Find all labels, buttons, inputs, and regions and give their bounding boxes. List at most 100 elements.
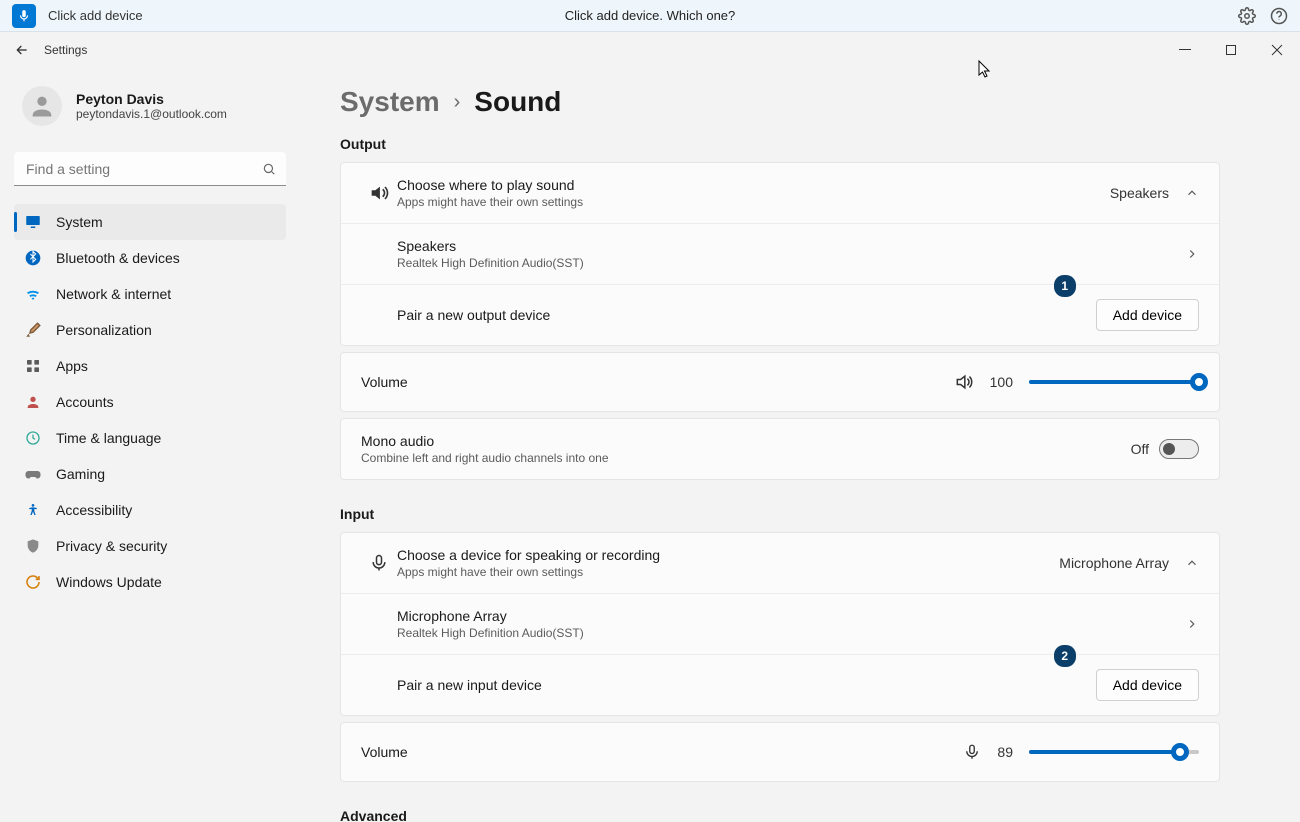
- minimize-button[interactable]: [1162, 32, 1208, 68]
- sidebar-item-label: Apps: [56, 358, 88, 374]
- profile-email: peytondavis.1@outlook.com: [76, 107, 227, 121]
- output-device-sub: Realtek High Definition Audio(SST): [397, 256, 1185, 270]
- sidebar-item-label: Time & language: [56, 430, 161, 446]
- settings-gear-icon[interactable]: [1238, 7, 1256, 25]
- wifi-icon: [24, 285, 42, 303]
- chevron-right-icon: ›: [454, 91, 461, 114]
- breadcrumb-root[interactable]: System: [340, 86, 440, 118]
- sidebar-item-update[interactable]: Windows Update: [14, 564, 286, 600]
- apps-icon: [24, 357, 42, 375]
- sidebar-item-personalization[interactable]: Personalization: [14, 312, 286, 348]
- microphone-icon[interactable]: [963, 743, 981, 761]
- output-pair-label: Pair a new output device: [397, 307, 1096, 323]
- sidebar-item-time[interactable]: Time & language: [14, 420, 286, 456]
- sidebar-item-label: Privacy & security: [56, 538, 167, 554]
- assistant-command-text: Click add device: [48, 8, 143, 23]
- output-device-name: Speakers: [397, 238, 1185, 254]
- input-volume-value: 89: [997, 744, 1013, 760]
- sidebar-item-system[interactable]: System: [14, 204, 286, 240]
- sidebar-item-label: Personalization: [56, 322, 152, 338]
- paintbrush-icon: [24, 321, 42, 339]
- sidebar-item-label: Windows Update: [56, 574, 162, 590]
- sidebar-item-label: Accessibility: [56, 502, 132, 518]
- sidebar-item-label: Network & internet: [56, 286, 171, 302]
- back-button[interactable]: [8, 36, 36, 64]
- content-area: System › Sound Output Choose where to pl…: [300, 68, 1300, 822]
- add-output-device-button[interactable]: Add device: [1096, 299, 1199, 331]
- input-device-name: Microphone Array: [397, 608, 1185, 624]
- input-device-sub: Realtek High Definition Audio(SST): [397, 626, 1185, 640]
- output-pair-row: Pair a new output device 1 Add device: [341, 284, 1219, 345]
- update-icon: [24, 573, 42, 591]
- avatar-icon: [22, 86, 62, 126]
- maximize-button[interactable]: [1208, 32, 1254, 68]
- help-icon[interactable]: [1270, 7, 1288, 25]
- output-choose-row[interactable]: Choose where to play sound Apps might ha…: [341, 163, 1219, 223]
- speaker-icon: [361, 182, 397, 204]
- gaming-icon: [24, 465, 42, 483]
- assistant-bar: Click add device Click add device. Which…: [0, 0, 1300, 32]
- accounts-icon: [24, 393, 42, 411]
- chevron-right-icon: [1185, 247, 1199, 261]
- profile-name: Peyton Davis: [76, 91, 227, 107]
- add-input-device-button[interactable]: Add device: [1096, 669, 1199, 701]
- output-choose-title: Choose where to play sound: [397, 177, 1110, 193]
- mic-icon[interactable]: [12, 4, 36, 28]
- section-header-input: Input: [340, 506, 1220, 522]
- annotation-badge-2: 2: [1054, 645, 1076, 667]
- output-volume-card: Volume 100: [340, 352, 1220, 412]
- annotation-badge-1: 1: [1054, 275, 1076, 297]
- output-selected-value: Speakers: [1110, 185, 1169, 201]
- mono-audio-sub: Combine left and right audio channels in…: [361, 451, 1131, 465]
- chevron-up-icon: [1185, 186, 1199, 200]
- chevron-up-icon: [1185, 556, 1199, 570]
- input-volume-card: Volume 89: [340, 722, 1220, 782]
- clock-icon: [24, 429, 42, 447]
- mono-audio-card: Mono audio Combine left and right audio …: [340, 418, 1220, 480]
- input-selected-value: Microphone Array: [1059, 555, 1169, 571]
- window-title: Settings: [44, 43, 87, 57]
- input-choose-row[interactable]: Choose a device for speaking or recordin…: [341, 533, 1219, 593]
- window-titlebar: Settings: [0, 32, 1300, 68]
- close-button[interactable]: [1254, 32, 1300, 68]
- search-input[interactable]: [14, 152, 286, 186]
- input-pair-label: Pair a new input device: [397, 677, 1096, 693]
- sidebar-item-accounts[interactable]: Accounts: [14, 384, 286, 420]
- sidebar-item-label: System: [56, 214, 103, 230]
- breadcrumb: System › Sound: [340, 86, 1220, 118]
- output-choose-sub: Apps might have their own settings: [397, 195, 1110, 209]
- assistant-question-text: Click add device. Which one?: [0, 8, 1300, 23]
- output-volume-slider[interactable]: [1029, 380, 1199, 384]
- mono-audio-title: Mono audio: [361, 433, 1131, 449]
- input-device-group: Choose a device for speaking or recordin…: [340, 532, 1220, 716]
- input-pair-row: Pair a new input device 2 Add device: [341, 654, 1219, 715]
- microphone-icon: [361, 553, 397, 573]
- output-volume-value: 100: [990, 374, 1013, 390]
- mono-audio-state: Off: [1131, 441, 1149, 457]
- sidebar-item-bluetooth[interactable]: Bluetooth & devices: [14, 240, 286, 276]
- sidebar-item-gaming[interactable]: Gaming: [14, 456, 286, 492]
- mono-audio-toggle[interactable]: [1159, 439, 1199, 459]
- sidebar-item-label: Bluetooth & devices: [56, 250, 180, 266]
- sidebar-item-accessibility[interactable]: Accessibility: [14, 492, 286, 528]
- input-volume-slider[interactable]: [1029, 750, 1199, 754]
- input-choose-title: Choose a device for speaking or recordin…: [397, 547, 1059, 563]
- sidebar: Peyton Davis peytondavis.1@outlook.com S…: [0, 68, 300, 822]
- profile-block[interactable]: Peyton Davis peytondavis.1@outlook.com: [14, 78, 286, 146]
- speaker-icon[interactable]: [954, 372, 974, 392]
- sidebar-item-label: Gaming: [56, 466, 105, 482]
- system-icon: [24, 213, 42, 231]
- section-header-advanced: Advanced: [340, 808, 1220, 822]
- output-volume-label: Volume: [361, 374, 954, 390]
- input-choose-sub: Apps might have their own settings: [397, 565, 1059, 579]
- sidebar-item-privacy[interactable]: Privacy & security: [14, 528, 286, 564]
- input-volume-label: Volume: [361, 744, 963, 760]
- output-device-row[interactable]: Speakers Realtek High Definition Audio(S…: [341, 223, 1219, 284]
- sidebar-item-label: Accounts: [56, 394, 114, 410]
- bluetooth-icon: [24, 249, 42, 267]
- chevron-right-icon: [1185, 617, 1199, 631]
- sidebar-item-apps[interactable]: Apps: [14, 348, 286, 384]
- sidebar-item-network[interactable]: Network & internet: [14, 276, 286, 312]
- section-header-output: Output: [340, 136, 1220, 152]
- input-device-row[interactable]: Microphone Array Realtek High Definition…: [341, 593, 1219, 654]
